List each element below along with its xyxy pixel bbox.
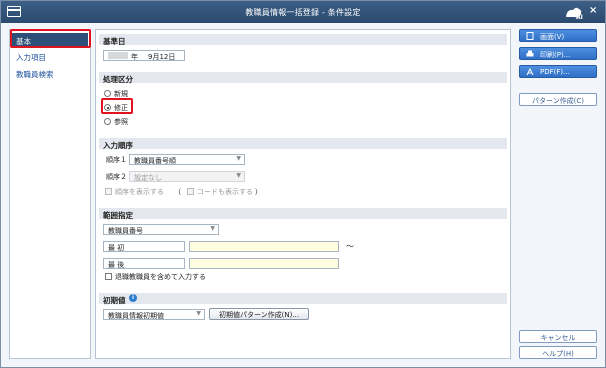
show-order-checkbox[interactable] (105, 188, 112, 195)
range-last-code[interactable]: 最 後 (103, 258, 185, 269)
section-header-base-date: 基準日 (99, 34, 507, 46)
show-code-label: コードも表示する (197, 188, 253, 196)
range-first-code[interactable]: 最 初 (103, 241, 185, 252)
radio-new[interactable] (104, 90, 111, 97)
include-retired-label: 退職教職員を含めて入力する (115, 273, 206, 281)
initial-pattern-button[interactable]: 初期値パターン作成(N)... (209, 308, 309, 320)
sidebar-item-staff-search[interactable]: 教職員検索 (12, 66, 88, 80)
order1-label: 順序１ (106, 156, 127, 164)
pdf-button-label: PDF(F)... (540, 68, 570, 76)
chevron-down-icon: ▼ (236, 155, 241, 162)
base-date-field[interactable]: 年 9月12日 (103, 50, 185, 61)
initial-value: 教職員情報初期値 (108, 312, 164, 320)
section-header-input-order: 入力順序 (99, 138, 507, 150)
info-icon[interactable]: i (129, 294, 137, 302)
cancel-button[interactable]: キャンセル (519, 330, 597, 343)
section-header-initial: 初期値 (99, 293, 507, 305)
radio-reference[interactable] (104, 118, 111, 125)
show-code-checkbox[interactable] (187, 188, 194, 195)
section-header-process: 処理区分 (99, 72, 507, 84)
highlight-box-basic (10, 29, 91, 48)
help-button[interactable]: ヘルプ(H) (519, 346, 597, 359)
printer-icon (526, 50, 534, 57)
range-key-select[interactable]: 教職員番号 ▼ (103, 224, 219, 235)
era-redacted (108, 52, 128, 59)
sidebar: 基本 入力項目 教職員検索 (9, 29, 91, 359)
window-title: 教職員情報一括登録 - 条件設定 (245, 8, 361, 17)
pdf-icon (526, 68, 534, 76)
range-tilde: 〜 (346, 242, 354, 251)
order2-select[interactable]: 設定なし ▼ (129, 171, 245, 182)
paren-close: ） (255, 188, 262, 196)
range-first-label: 最 初 (108, 244, 125, 252)
initial-value-select[interactable]: 教職員情報初期値 ▼ (103, 309, 205, 320)
screen-button-label: 画面(V) (540, 33, 565, 41)
sidebar-item-input-fields[interactable]: 入力項目 (12, 49, 88, 63)
radio-reference-label: 参照 (114, 118, 128, 126)
svg-text:AI: AI (576, 14, 583, 20)
chevron-down-icon: ▼ (196, 310, 201, 317)
order1-value: 教職員番号順 (134, 157, 176, 165)
title-bar: 教職員情報一括登録 - 条件設定 AI × (1, 1, 605, 23)
print-button-label: 印刷(P)... (540, 51, 571, 59)
year-suffix: 年 (131, 53, 138, 61)
screen-button[interactable]: 画面(V) (519, 29, 597, 42)
order2-label: 順序２ (106, 173, 127, 181)
paren-open: （ (174, 188, 181, 196)
highlight-box-modify (101, 98, 133, 114)
show-order-label: 順序を表示する (115, 188, 164, 196)
close-icon[interactable]: × (589, 5, 597, 16)
section-header-range: 範囲指定 (99, 208, 507, 220)
order1-select[interactable]: 教職員番号順 ▼ (129, 154, 245, 165)
range-last-name[interactable] (189, 258, 339, 269)
ai-assistant-icon[interactable]: AI (564, 4, 584, 20)
dialog-window: 教職員情報一括登録 - 条件設定 AI × 基本 入力項目 教職員検索 基準日 … (0, 0, 606, 368)
date-text: 9月12日 (148, 53, 176, 61)
screen-icon (526, 32, 534, 40)
print-button[interactable]: 印刷(P)... (519, 47, 597, 60)
order2-value: 設定なし (134, 174, 162, 182)
main-panel: 基準日 年 9月12日 処理区分 新規 修正 参照 入力順序 順序１ 教職員番号… (95, 29, 511, 359)
range-key-value: 教職員番号 (108, 227, 143, 235)
chevron-down-icon: ▼ (236, 172, 241, 179)
range-last-label: 最 後 (108, 261, 125, 269)
include-retired-checkbox[interactable] (105, 273, 112, 280)
pdf-button[interactable]: PDF(F)... (519, 65, 597, 78)
chevron-down-icon: ▼ (210, 225, 215, 232)
create-pattern-button[interactable]: パターン作成(C) (519, 93, 597, 106)
range-first-name[interactable] (189, 241, 339, 252)
